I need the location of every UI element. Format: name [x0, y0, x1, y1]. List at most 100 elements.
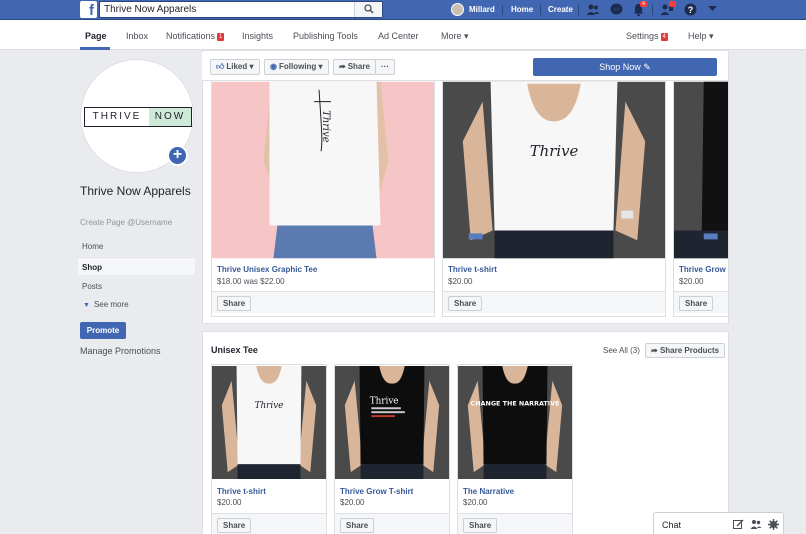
nav-divider	[502, 5, 503, 15]
chevron-down-icon: ▼	[83, 302, 90, 309]
product-card[interactable]: Thrive Grow T $20.00 Share	[673, 80, 728, 317]
following-button[interactable]: ◉ Following ▾	[264, 59, 329, 75]
sidebar-item-home[interactable]: Home	[78, 239, 195, 255]
see-more-link[interactable]: ▼ See more	[83, 300, 129, 309]
featured-products-card: Thrive Thrive Unisex Graphic Tee $18.00 …	[202, 50, 729, 324]
product-card[interactable]: Thrive Thrive Grow T-shirt $20.00 Share	[334, 364, 450, 534]
share-products-label: Share Products	[659, 346, 720, 355]
account-menu-arrow-icon[interactable]	[708, 6, 717, 12]
share-button[interactable]: Share	[340, 518, 375, 533]
product-name[interactable]: Thrive Grow T-shirt	[340, 487, 413, 496]
page-tabs-bar: Page Inbox Notifications 1 Insights Publi…	[0, 20, 806, 50]
home-link[interactable]: Home	[511, 5, 533, 14]
shirt-print-text: CHANGE THE NARRATIVE	[471, 399, 560, 407]
tab-publishing-tools[interactable]: Publishing Tools	[293, 31, 358, 41]
nav-divider	[652, 5, 653, 15]
nav-divider	[540, 5, 541, 15]
share-label: Share	[347, 62, 370, 71]
see-all-link[interactable]: See All (3)	[603, 346, 640, 355]
tab-settings-label: Settings	[626, 31, 659, 41]
facebook-logo-icon[interactable]: f	[80, 1, 97, 18]
share-button[interactable]: Share	[463, 518, 498, 533]
product-image: CHANGE THE NARRATIVE	[458, 365, 572, 480]
product-price: $20.00	[340, 498, 365, 507]
profile-name: Millard	[469, 5, 495, 14]
chat-label: Chat	[662, 520, 682, 530]
thumbs-up-icon: 👍︎	[216, 62, 225, 71]
tab-help[interactable]: Help ▾	[688, 31, 714, 42]
share-button[interactable]: Share	[217, 296, 252, 311]
share-button[interactable]: Share	[679, 296, 714, 311]
new-group-icon[interactable]	[750, 519, 762, 530]
tab-more[interactable]: More ▾	[441, 31, 469, 42]
product-price-value: $18.00	[217, 277, 242, 286]
product-card[interactable]: Thrive Thrive Unisex Graphic Tee $18.00 …	[211, 80, 435, 317]
see-more-label: See more	[93, 300, 129, 309]
product-name[interactable]: Thrive Grow T	[679, 265, 728, 274]
tab-ad-center[interactable]: Ad Center	[378, 31, 419, 41]
collection-card: Unisex Tee See All (3) ➦ Share Products …	[202, 331, 729, 534]
product-name[interactable]: The Narrative	[463, 487, 514, 496]
svg-text:?: ?	[688, 5, 694, 15]
rss-icon: ◉	[270, 62, 277, 71]
friend-requests-icon[interactable]	[586, 3, 600, 16]
add-photo-plus-icon[interactable]: +	[167, 145, 188, 166]
tab-notifications[interactable]: Notifications 1	[166, 31, 225, 41]
nav-divider	[578, 5, 579, 15]
product-card[interactable]: CHANGE THE NARRATIVE The Narrative $20.0…	[457, 364, 573, 534]
messenger-icon[interactable]	[610, 3, 623, 16]
product-price: $20.00	[217, 498, 242, 507]
notifications-badge: 1	[217, 33, 225, 41]
more-options-button[interactable]: ···	[375, 59, 395, 75]
compose-icon[interactable]	[733, 519, 744, 530]
search-box[interactable]	[99, 1, 383, 18]
product-price: $20.00	[463, 498, 488, 507]
product-footer: Share	[674, 291, 728, 313]
manage-promotions-link[interactable]: Manage Promotions	[80, 346, 161, 356]
profile-link[interactable]: Millard	[451, 3, 495, 16]
help-icon[interactable]: ?	[684, 3, 697, 16]
product-card[interactable]: Thrive Thrive t-shirt $20.00 Share	[442, 80, 666, 317]
search-button[interactable]	[354, 2, 382, 17]
share-arrow-icon: ➦	[651, 346, 660, 355]
tab-page[interactable]: Page	[85, 31, 107, 41]
following-label: Following ▾	[278, 62, 323, 71]
settings-badge: 4	[660, 33, 668, 41]
sidebar-item-posts[interactable]: Posts	[78, 279, 195, 295]
shirt-print-text: Thrive	[530, 142, 579, 160]
product-footer: Share	[335, 513, 449, 534]
pages-alert-badge	[669, 1, 676, 7]
product-name[interactable]: Thrive t-shirt	[217, 487, 266, 496]
create-username-link[interactable]: Create Page @Username	[80, 218, 172, 227]
sidebar-item-shop[interactable]: Shop	[78, 259, 195, 275]
chat-bar[interactable]: Chat	[653, 512, 784, 534]
product-price: $20.00	[448, 277, 473, 286]
product-name[interactable]: Thrive Unisex Graphic Tee	[217, 265, 317, 274]
product-footer: Share	[212, 513, 326, 534]
share-page-button[interactable]: ➦ Share	[333, 59, 376, 75]
gear-icon[interactable]	[768, 519, 779, 530]
tab-inbox[interactable]: Inbox	[126, 31, 148, 41]
shirt-print-text: Thrive	[320, 110, 331, 142]
collection-title: Unisex Tee	[211, 345, 258, 355]
brand-logo: THRIVE NOW	[84, 107, 192, 127]
promote-button[interactable]: Promote	[80, 322, 126, 339]
create-link[interactable]: Create	[548, 5, 573, 14]
share-button[interactable]: Share	[217, 518, 252, 533]
product-price: $18.00 was $22.00	[217, 277, 285, 286]
search-icon	[364, 4, 374, 14]
share-products-button[interactable]: ➦ Share Products	[645, 343, 726, 358]
share-button[interactable]: Share	[448, 296, 483, 311]
product-footer: Share	[212, 291, 434, 313]
product-price: $20.00	[679, 277, 704, 286]
search-input[interactable]	[104, 3, 344, 16]
tab-settings[interactable]: Settings 4	[626, 31, 668, 41]
product-footer: Share	[458, 513, 572, 534]
shop-now-button[interactable]: Shop Now ✎	[533, 58, 717, 76]
share-arrow-icon: ➦	[339, 62, 346, 71]
liked-button[interactable]: 👍︎ Liked ▾	[210, 59, 260, 75]
product-card[interactable]: Thrive Thrive t-shirt $20.00 Share	[211, 364, 327, 534]
product-name[interactable]: Thrive t-shirt	[448, 265, 497, 274]
page-title[interactable]: Thrive Now Apparels	[80, 183, 200, 200]
tab-insights[interactable]: Insights	[242, 31, 273, 41]
